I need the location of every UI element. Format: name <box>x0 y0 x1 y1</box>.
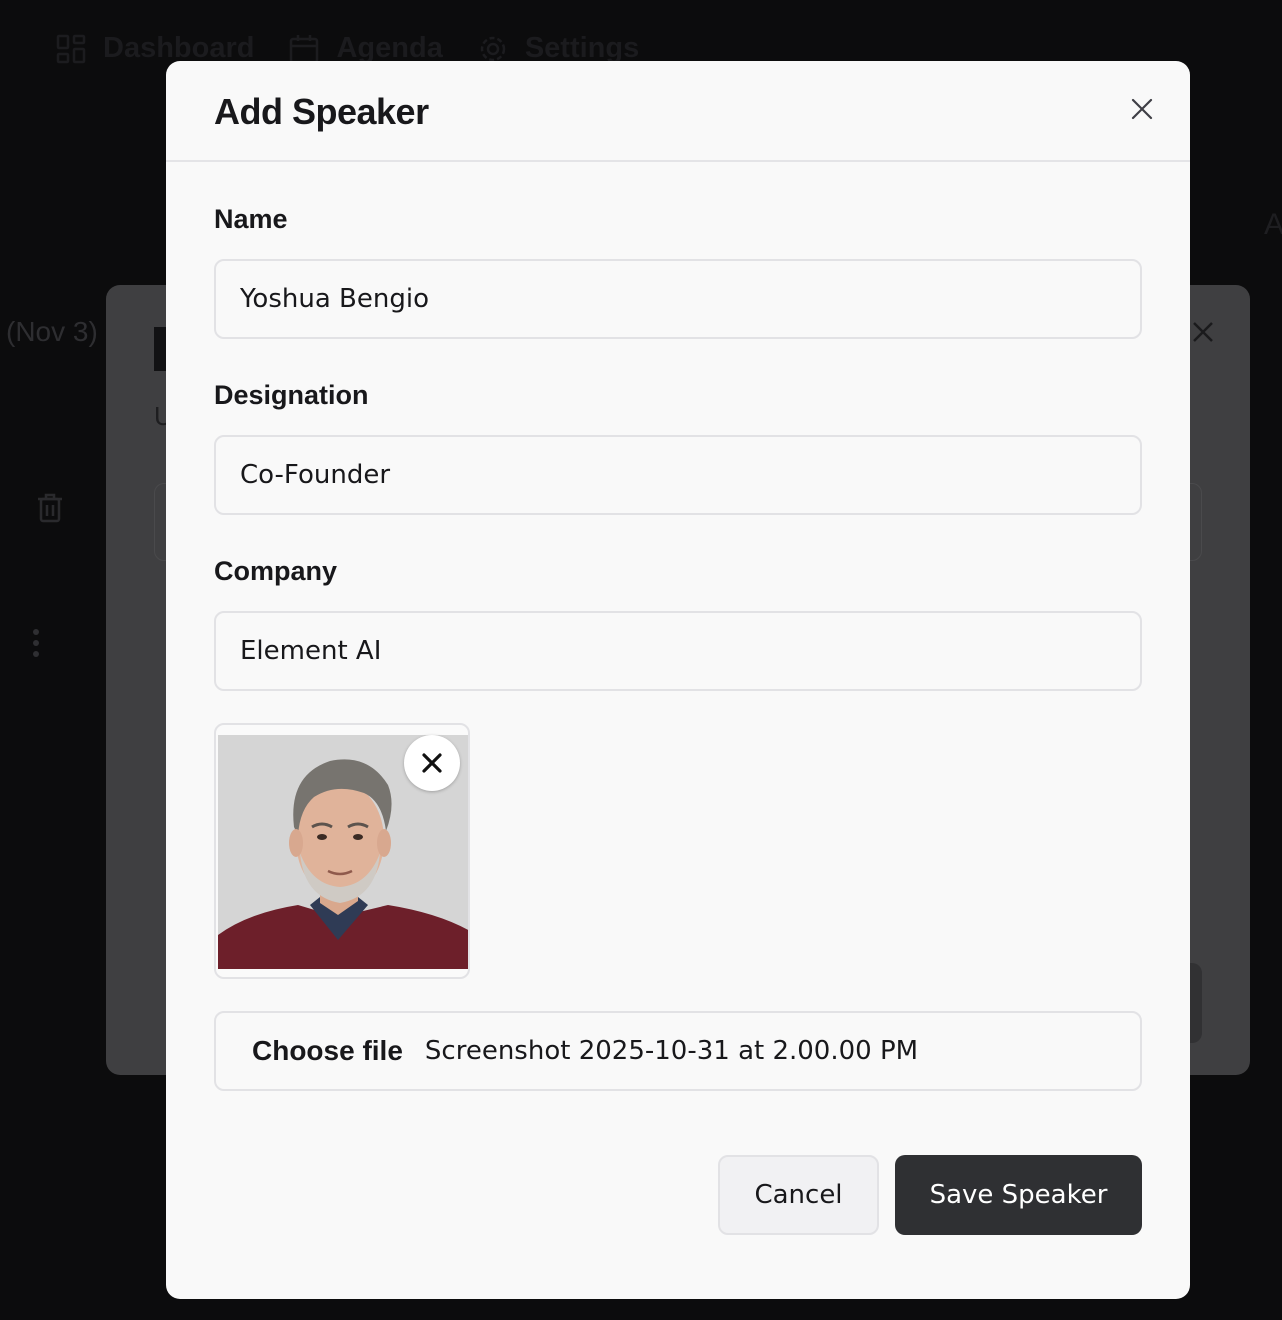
speaker-photo-preview <box>214 723 470 979</box>
grid-icon <box>56 34 86 63</box>
calendar-icon <box>290 34 319 63</box>
company-input[interactable] <box>214 611 1142 691</box>
add-speaker-dialog: Add Speaker Name Designation Company <box>166 61 1190 1299</box>
app-stage: Dashboard Agenda Settings A (Nov 3) U Ad… <box>0 0 1282 1320</box>
photo-file-input[interactable]: Choose file Screenshot 2025-10-31 at 2.0… <box>214 1011 1142 1091</box>
choose-file-button[interactable]: Choose file <box>252 1035 403 1067</box>
company-label: Company <box>214 556 338 586</box>
close-icon <box>422 753 442 773</box>
save-speaker-button[interactable]: Save Speaker <box>895 1155 1142 1235</box>
close-dialog-button[interactable] <box>1126 93 1158 125</box>
background-fragment: A <box>1264 208 1282 241</box>
name-input[interactable] <box>214 259 1142 339</box>
close-icon <box>1131 98 1153 120</box>
background-date-fragment: (Nov 3) <box>6 316 98 347</box>
selected-file-name: Screenshot 2025-10-31 at 2.00.00 PM <box>424 1036 919 1066</box>
dialog-title: Add Speaker <box>214 91 429 132</box>
cancel-button[interactable]: Cancel <box>718 1155 879 1235</box>
trash-icon <box>38 493 62 523</box>
remove-photo-button[interactable] <box>404 735 460 791</box>
dialog-header: Add Speaker <box>166 61 1190 162</box>
close-icon <box>1193 322 1213 342</box>
name-label: Name <box>214 204 288 234</box>
gear-icon <box>480 36 506 61</box>
designation-input[interactable] <box>214 435 1142 515</box>
more-vertical-icon <box>33 629 39 657</box>
designation-label: Designation <box>214 380 369 410</box>
